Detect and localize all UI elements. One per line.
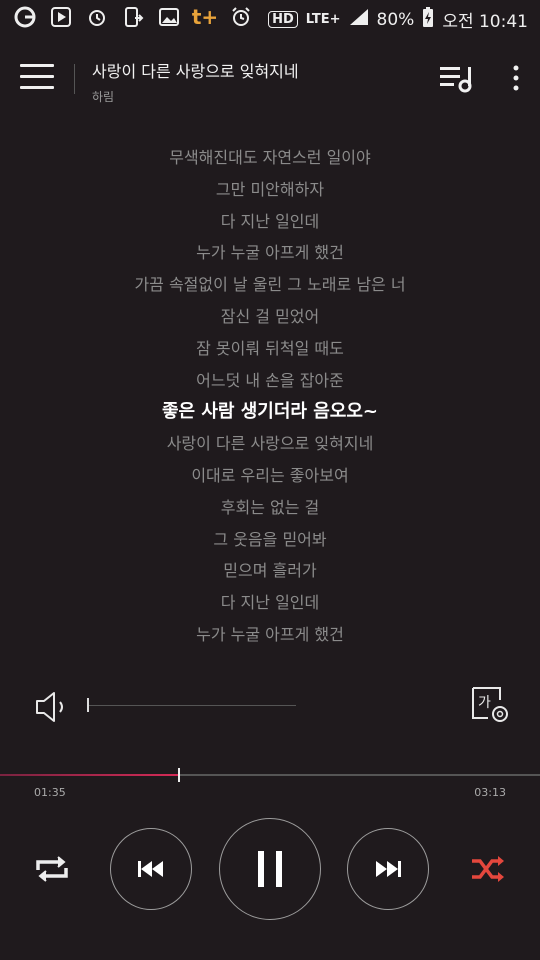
- alarm-icon: [86, 6, 108, 28]
- shuffle-icon: [472, 856, 504, 882]
- lyric-line-current: 좋은 사람 생기더라 음오오~: [161, 401, 379, 423]
- gallery-icon: [158, 6, 180, 28]
- lyric-line: 다 지난 일인데: [220, 211, 320, 231]
- notification-icons: t+: [14, 6, 252, 28]
- previous-icon: [138, 861, 163, 877]
- volume-button[interactable]: [34, 690, 74, 724]
- hd-voice-icon: HD: [268, 11, 298, 28]
- next-track-button[interactable]: [347, 828, 429, 910]
- speaker-icon: [36, 692, 63, 722]
- lyric-line: 무색해진대도 자연스런 일이야: [169, 148, 371, 167]
- seek-bar-thumb[interactable]: [178, 768, 180, 782]
- lyric-line: 다 지난 일인데: [220, 593, 320, 613]
- lyrics-view[interactable]: 무색해진대도 자연스런 일이야 그만 미안해하자 다 지난 일인데 누가 누굴 아프게…: [0, 142, 540, 651]
- lyric-line: 누가 누굴 아프게 했건: [196, 243, 344, 263]
- lyric-line: 가끔 속절없이 날 울린 그 노래로 남은 너: [134, 275, 406, 295]
- repeat-icon: [36, 856, 68, 882]
- menu-icon-bar: [20, 64, 54, 67]
- signal-icon: [349, 8, 369, 31]
- total-time: 03:13: [474, 786, 506, 799]
- lte-icon: LTE+: [305, 12, 341, 27]
- shuffle-button[interactable]: [468, 852, 508, 886]
- current-time: 01:35: [34, 786, 66, 799]
- next-icon: [376, 861, 401, 877]
- lyric-line: 이대로 우리는 좋아보여: [191, 465, 349, 485]
- previous-track-button[interactable]: [110, 828, 192, 910]
- app-circle-icon: [14, 6, 36, 28]
- battery-charging-icon: [422, 6, 434, 33]
- playlist-button[interactable]: [438, 64, 476, 94]
- more-options-button[interactable]: [508, 64, 524, 94]
- volume-slider-track[interactable]: [88, 705, 296, 706]
- lyric-line: 잠신 걸 믿었어: [220, 306, 320, 326]
- alarm-clock-icon: [230, 6, 252, 28]
- lyric-line: 누가 누굴 아프게 했건: [196, 624, 344, 644]
- lyric-line: 사랑이 다른 사랑으로 잊혀지네: [166, 434, 374, 454]
- menu-icon-bar: [20, 75, 54, 78]
- clock: 오전 10:41: [442, 12, 528, 32]
- phone-transfer-icon: [122, 6, 144, 28]
- lyric-line: 잠 못이뤄 뒤척일 때도: [196, 338, 344, 358]
- lyric-line: 후회는 없는 걸: [220, 497, 320, 517]
- player-header: 사랑이 다른 사랑으로 잊혀지네 하림: [0, 44, 540, 108]
- song-title: 사랑이 다른 사랑으로 잊혀지네: [92, 62, 299, 81]
- lyric-line: 어느덧 내 손을 잡아준: [196, 370, 344, 390]
- repeat-button[interactable]: [32, 852, 72, 886]
- more-icon: [513, 65, 519, 91]
- font-size-label: 가: [478, 695, 491, 711]
- header-divider: [74, 64, 75, 94]
- lyrics-font-size-button[interactable]: 가: [470, 686, 512, 726]
- play-store-icon: [50, 6, 72, 28]
- artist-name: 하림: [92, 90, 115, 104]
- font-settings-icon: [472, 687, 508, 722]
- seek-bar-progress: [0, 774, 178, 776]
- t-plus-icon: t+: [191, 5, 219, 29]
- pause-icon: [258, 851, 282, 887]
- lyric-line: 믿으며 흘러가: [223, 561, 317, 581]
- lyric-line: 그만 미안해하자: [215, 179, 325, 199]
- system-status: HD LTE+ 80% 오전 10:41: [268, 6, 528, 33]
- menu-icon-bar: [20, 86, 54, 89]
- playlist-icon: [440, 67, 472, 93]
- volume-slider-thumb[interactable]: [87, 698, 89, 712]
- pause-button[interactable]: [219, 818, 321, 920]
- lyric-line: 그 웃음을 믿어봐: [213, 529, 327, 549]
- menu-button[interactable]: [20, 64, 54, 92]
- status-bar: t+ HD LTE+ 80% 오전 10:41: [0, 0, 540, 36]
- battery-level: 80%: [376, 9, 415, 30]
